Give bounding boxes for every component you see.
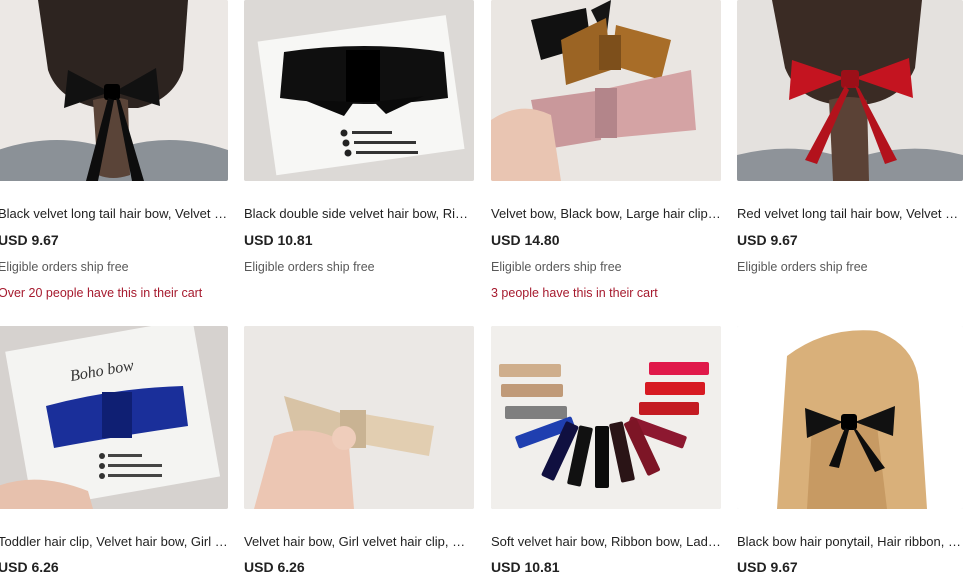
listing-image[interactable] — [244, 0, 474, 181]
listing-title[interactable]: Black bow hair ponytail, Hair ribbon, ve… — [737, 534, 963, 550]
cart-alert: Over 20 people have this in their cart — [0, 286, 203, 300]
listing-image[interactable] — [737, 0, 963, 181]
listing-card[interactable]: Red velvet long tail hair bow, Velvet ha… — [737, 0, 963, 310]
listing-image[interactable] — [244, 326, 474, 509]
listing-image[interactable] — [0, 0, 228, 181]
listing-card[interactable]: Soft velvet hair bow, Ribbon bow, Ladies… — [491, 326, 721, 577]
listing-image[interactable] — [491, 326, 721, 509]
listing-image[interactable]: Boho bow — [0, 326, 228, 509]
shipping-note: Eligible orders ship free — [0, 260, 129, 274]
listing-title[interactable]: Toddler hair clip, Velvet hair bow, Girl… — [0, 534, 228, 550]
listing-card[interactable]: Black velvet long tail hair bow, Velvet … — [0, 0, 228, 310]
listing-card[interactable]: Boho bow Toddler hair clip, Velvet hair … — [0, 326, 228, 577]
listing-title[interactable]: Velvet bow, Black bow, Large hair clip, … — [491, 206, 721, 222]
listing-price: USD 10.81 — [491, 559, 560, 575]
listing-title[interactable]: Black double side velvet hair bow, Ribbo… — [244, 206, 474, 222]
listing-title[interactable]: Red velvet long tail hair bow, Velvet ha… — [737, 206, 963, 222]
listing-price: USD 14.80 — [491, 232, 560, 248]
listing-price: USD 9.67 — [737, 232, 798, 248]
listing-card[interactable]: Black double side velvet hair bow, Ribbo… — [244, 0, 474, 310]
shipping-note: Eligible orders ship free — [491, 260, 622, 274]
listing-card[interactable]: Black bow hair ponytail, Hair ribbon, ve… — [737, 326, 963, 577]
listing-image[interactable] — [491, 0, 721, 181]
listing-price: USD 10.81 — [244, 232, 313, 248]
listing-title[interactable]: Velvet hair bow, Girl velvet hair clip, … — [244, 534, 474, 550]
listing-image[interactable] — [737, 326, 963, 509]
listing-title[interactable]: Soft velvet hair bow, Ribbon bow, Ladies… — [491, 534, 721, 550]
shipping-note: Eligible orders ship free — [244, 260, 375, 274]
listing-price: USD 9.67 — [737, 559, 798, 575]
listing-title[interactable]: Black velvet long tail hair bow, Velvet … — [0, 206, 228, 222]
listing-price: USD 6.26 — [0, 559, 59, 575]
listing-card[interactable]: Velvet hair bow, Girl velvet hair clip, … — [244, 326, 474, 577]
cart-alert: 3 people have this in their cart — [491, 286, 658, 300]
listing-card[interactable]: Velvet bow, Black bow, Large hair clip, … — [491, 0, 721, 310]
listing-price: USD 9.67 — [0, 232, 59, 248]
shipping-note: Eligible orders ship free — [737, 260, 868, 274]
listing-price: USD 6.26 — [244, 559, 305, 575]
